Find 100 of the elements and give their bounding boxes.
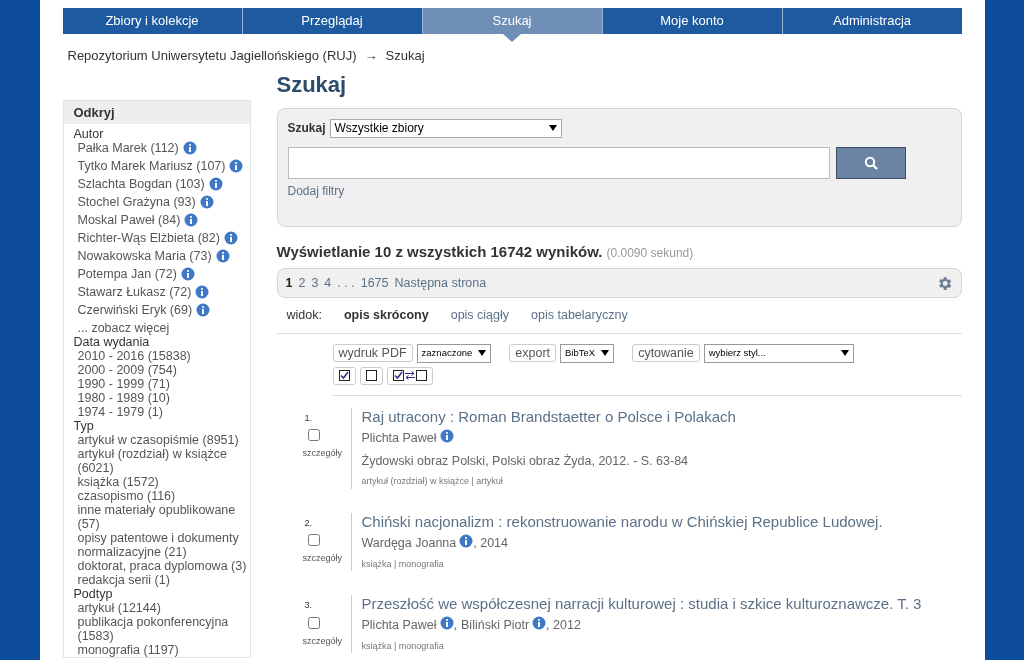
info-icon[interactable] (215, 249, 230, 263)
deselect-all-button[interactable] (359, 366, 383, 385)
add-filters-link[interactable]: Dodaj filtry (287, 181, 345, 200)
info-icon[interactable] (223, 231, 238, 245)
page-link[interactable]: 3 (311, 273, 319, 293)
facet-link[interactable]: Potempa Jan (72) (77, 267, 177, 281)
view-tab[interactable]: opis skrócony (343, 306, 429, 325)
facet-heading: Typ (73, 419, 95, 433)
page-link[interactable]: Następna strona (394, 273, 487, 293)
page-link[interactable]: 1675 (360, 273, 389, 293)
author-link[interactable]: Plichta Paweł (361, 428, 437, 448)
action-button[interactable]: wydruk PDF (332, 344, 413, 363)
info-icon[interactable] (208, 177, 223, 191)
facet-link[interactable]: redakcja serii (1) (77, 573, 170, 587)
result-title-link[interactable]: Chiński nacjonalizm : rekonstruowanie narodu w Chińskiej Republice Ludowej. (361, 512, 883, 531)
facet-link[interactable]: Stawarz Łukasz (72) (77, 285, 192, 299)
empty-box-icon (365, 370, 377, 382)
results-summary: Wyświetlanie 10 z wszystkich 16742 wyników. (276, 241, 603, 262)
tab-pointer-icon (503, 34, 521, 42)
author-link[interactable]: Biliński Piotr (461, 616, 530, 635)
facet-heading: Data wydania (73, 335, 151, 349)
info-icon[interactable] (532, 616, 547, 631)
facet-link[interactable]: monografia (1197) (77, 643, 179, 657)
info-icon[interactable] (180, 267, 195, 281)
search-button[interactable] (835, 146, 906, 179)
empty-box-icon (415, 370, 427, 382)
action-select[interactable]: zaznaczone (416, 343, 492, 363)
caret-icon (548, 125, 557, 131)
facet-link[interactable]: Richter-Wąs Elżbieta (82) (77, 231, 220, 245)
view-tab[interactable]: opis tabelaryczny (531, 306, 628, 325)
facet-link[interactable]: artykuł (12144) (77, 601, 161, 615)
facet-link[interactable]: doktorat, praca dyplomowa (3) (77, 559, 247, 573)
info-icon[interactable] (439, 429, 454, 444)
page-link[interactable]: 2 (298, 273, 306, 293)
details-link[interactable]: szczegóły (302, 634, 342, 648)
action-button[interactable]: export (509, 344, 557, 363)
result-checkbox[interactable] (307, 429, 320, 442)
facet-link[interactable]: książka (1572) (77, 475, 159, 489)
result-checkbox[interactable] (307, 616, 320, 629)
facet-link[interactable]: Nowakowska Maria (73) (77, 249, 212, 263)
facet-link[interactable]: Tytko Marek Mariusz (107) (77, 159, 226, 173)
facet-link[interactable]: 2010 - 2016 (15838) (77, 349, 191, 363)
see-more-link[interactable]: ... zobacz więcej (73, 321, 248, 335)
publication-year: , 2014 (473, 534, 508, 552)
info-icon[interactable] (195, 285, 210, 299)
facet-link[interactable]: Moskal Paweł (84) (77, 213, 181, 227)
result-number: 1. (304, 411, 312, 425)
facet-link[interactable]: inne materiały opublikowane (57) (77, 503, 248, 531)
facet-heading: Autor (73, 127, 105, 141)
facet-link[interactable]: Pałka Marek (112) (77, 141, 179, 155)
action-select[interactable]: wybierz styl... (703, 343, 854, 363)
facet-link[interactable]: Czerwiński Eryk (69) (77, 303, 193, 317)
info-icon[interactable] (182, 141, 197, 155)
facet-link[interactable]: czasopismo (116) (77, 489, 176, 503)
action-button[interactable]: cytowanie (632, 344, 700, 363)
info-icon[interactable] (196, 303, 211, 317)
info-icon[interactable] (184, 213, 199, 227)
info-icon[interactable] (229, 159, 244, 173)
search-field[interactable] (287, 146, 830, 179)
caret-icon (840, 350, 849, 357)
facet-link[interactable]: 1974 - 1979 (1) (77, 405, 163, 419)
facet-link[interactable]: artykuł (rozdział) w książce (6021) (77, 447, 248, 475)
select-all-button[interactable] (332, 366, 356, 385)
page-link[interactable]: 1 (285, 273, 293, 293)
caret-icon (478, 350, 487, 357)
breadcrumb-link[interactable]: Repozytorium Uniwersytetu Jagiellońskiego (RUJ) (67, 46, 357, 66)
swap-arrows-icon (404, 371, 415, 381)
query-time: (0.0090 sekund) (606, 244, 694, 262)
breadcrumb-link[interactable]: Szukaj (385, 46, 425, 66)
scope-select[interactable]: Wszystkie zbiory (329, 118, 562, 138)
author-link[interactable]: Wardęga Joanna (361, 533, 457, 553)
details-link[interactable]: szczegóły (302, 552, 342, 566)
info-icon[interactable] (439, 616, 454, 631)
scope-label: Szukaj (287, 120, 326, 137)
info-icon[interactable] (459, 534, 474, 549)
result-number: 3. (304, 599, 312, 612)
view-tab[interactable]: opis ciągły (450, 306, 510, 325)
result-number: 2. (304, 516, 312, 530)
invert-selection-button[interactable] (386, 366, 433, 385)
facet-link[interactable]: publikacja pokonferencyjna (1583) (77, 615, 248, 643)
facet-link[interactable]: Stochel Grażyna (93) (77, 195, 196, 209)
type-tags: artykuł (rozdział) w książce | artykuł (361, 475, 736, 489)
action-select[interactable]: BibTeX (560, 343, 615, 363)
facet-link[interactable]: opisy patentowe i dokumenty normalizacyjne (21) (77, 531, 248, 559)
facet-link[interactable]: 1990 - 1999 (71) (77, 377, 170, 391)
author-link[interactable]: Plichta Paweł (361, 616, 437, 635)
facet-link[interactable]: Szlachta Bogdan (103) (77, 177, 205, 191)
facet-link[interactable]: 2000 - 2009 (754) (77, 363, 177, 377)
facet-link[interactable]: 1980 - 1989 (10) (77, 391, 170, 405)
facet-link[interactable]: artykuł w czasopiśmie (8951) (77, 433, 239, 447)
view-label: widok: (286, 307, 322, 324)
page-link[interactable]: . . . (337, 273, 355, 293)
info-icon[interactable] (199, 195, 214, 209)
caret-icon (601, 350, 610, 357)
details-link[interactable]: szczegóły (302, 447, 342, 461)
result-checkbox[interactable] (307, 534, 320, 547)
result-title-link[interactable]: Raj utracony : Roman Brandstaetter o Polsce i Polakach (361, 407, 736, 426)
type-tags: książka | monografia (361, 557, 883, 571)
result-title-link[interactable]: Przeszłość we współczesnej narracji kulturowej : studia i szkice kulturoznawcze. T. 3 (361, 595, 922, 613)
page-link[interactable]: 4 (324, 273, 332, 293)
